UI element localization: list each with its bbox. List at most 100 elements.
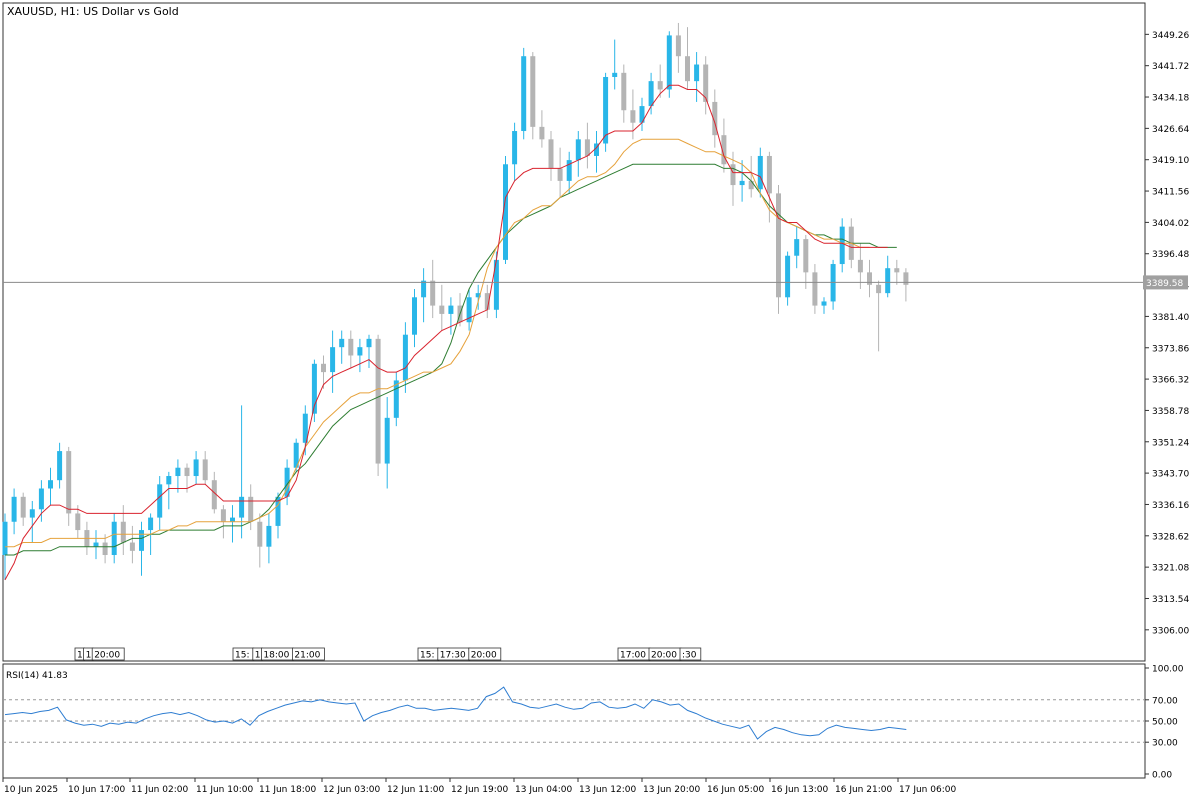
candle-body	[20, 496, 26, 518]
candle-body	[375, 338, 381, 464]
candle-body	[630, 110, 636, 123]
price-tick-label: 3404.02	[1152, 219, 1189, 229]
price-tick-label: 3343.70	[1152, 470, 1189, 480]
candle-body	[2, 521, 8, 556]
candle-body	[412, 297, 417, 335]
separator-tag-label: 1	[255, 651, 261, 661]
rsi-tick-label: 50.00	[1152, 718, 1178, 728]
price-tick-label: 3366.32	[1152, 376, 1189, 386]
price-tick-label: 3419.10	[1152, 156, 1189, 166]
candle-body	[93, 542, 99, 547]
separator-tag-label: 17:30	[440, 651, 466, 661]
price-tick-label: 3449.26	[1152, 31, 1189, 41]
candle-body	[548, 139, 554, 169]
time-tick-label: 12 Jun 03:00	[323, 785, 380, 795]
time-tick-label: 16 Jun 05:00	[707, 785, 764, 795]
time-tick-label: 13 Jun 12:00	[579, 785, 636, 795]
separator-tag-label: 20:00	[94, 651, 120, 661]
separator-tag-label: :30	[682, 651, 697, 661]
time-tick-label: 16 Jun 21:00	[835, 785, 892, 795]
chart-canvas[interactable]: 3449.26 3441.72 3434.18 3426.64 3419.10 3411.…	[0, 0, 1200, 800]
candle-body	[166, 476, 172, 485]
price-tick-label: 3426.64	[1152, 125, 1189, 135]
rsi-tick-label: 0.00	[1152, 771, 1172, 781]
candle-body	[521, 56, 527, 132]
time-tick-label: 10 Jun 17:00	[68, 785, 125, 795]
candle-body	[821, 301, 827, 306]
separator-tag-label: 15:	[235, 651, 249, 661]
candle-body	[894, 268, 900, 273]
candle-body	[812, 272, 818, 306]
candle-body	[11, 496, 17, 522]
separator-tag-label: 1	[86, 651, 92, 661]
candle-body	[557, 168, 563, 181]
candle-body	[803, 239, 809, 273]
candle-body	[120, 521, 126, 543]
candle-body	[430, 280, 436, 306]
candle-body	[266, 525, 272, 547]
candle-body	[421, 280, 427, 298]
separator-tag-label: 20:00	[471, 651, 497, 661]
candle-body	[184, 467, 190, 477]
candle-body	[402, 334, 408, 381]
candle-body	[439, 305, 445, 314]
candle-body	[202, 459, 208, 481]
candle-body	[675, 35, 681, 57]
separator-tag-label: 17:00	[620, 651, 646, 661]
candle-body	[876, 284, 882, 294]
price-tick-label: 3434.18	[1152, 94, 1189, 104]
separator-tag-label: 1	[77, 651, 83, 661]
time-tick-label: 10 Jun 2025	[4, 785, 58, 795]
candle-body	[357, 347, 363, 356]
candle-body	[220, 509, 226, 522]
time-tick-label: 17 Jun 06:00	[899, 785, 956, 795]
candle-body	[785, 255, 791, 298]
candle-body	[730, 164, 736, 186]
chart-window[interactable]: 3449.26 3441.72 3434.18 3426.64 3419.10 3411.…	[0, 0, 1200, 800]
candle-body	[739, 180, 745, 186]
candle-body	[321, 363, 326, 373]
time-tick-label: 12 Jun 19:00	[451, 785, 508, 795]
candle-body	[612, 72, 618, 77]
separator-tag-label: 18:00	[263, 651, 289, 661]
candle-body	[530, 56, 536, 127]
candle-body	[903, 272, 909, 285]
candle-body	[129, 542, 135, 551]
candle-body	[867, 272, 872, 285]
candle-body	[111, 521, 117, 556]
price-tick-label: 3411.56	[1152, 188, 1189, 198]
candle-body	[257, 521, 263, 547]
main-plot-frame	[2, 2, 1146, 662]
candle-body	[57, 451, 63, 481]
time-tick-label: 12 Jun 11:00	[387, 785, 444, 795]
rsi-axis: 100.00 70.00 50.00 30.00 0.00	[1145, 665, 1184, 781]
candle-body	[857, 259, 863, 273]
candle-body	[175, 467, 181, 477]
price-tick-label: 3351.24	[1152, 438, 1189, 448]
candle-body	[539, 126, 545, 140]
candle-body	[139, 530, 144, 551]
candle-body	[75, 513, 81, 531]
candle-body	[885, 268, 891, 294]
candle-body	[839, 226, 845, 265]
rsi-tick-label: 70.00	[1152, 696, 1178, 706]
rsi-label: RSI(14) 41.83	[6, 671, 68, 681]
candle-body	[230, 517, 235, 522]
candle-body	[148, 517, 154, 531]
candle-body	[512, 131, 518, 165]
time-tick-label: 16 Jun 13:00	[771, 785, 828, 795]
price-tick-label: 3321.08	[1152, 564, 1189, 574]
chart-title: XAUUSD, H1: US Dollar vs Gold	[7, 5, 179, 18]
candle-body	[339, 338, 345, 348]
candle-body	[384, 417, 390, 464]
separator-tag-label: 15:	[420, 651, 434, 661]
price-tick-label: 3396.48	[1152, 250, 1189, 260]
time-axis: 10 Jun 2025 10 Jun 17:00 11 Jun 02:00 11 Ju…	[2, 778, 956, 795]
price-tick-label: 3313.54	[1152, 595, 1189, 605]
candle-body	[584, 139, 590, 156]
candle-body	[448, 305, 454, 314]
time-tick-label: 13 Jun 04:00	[515, 785, 572, 795]
candle-body	[603, 76, 609, 144]
price-tick-label: 3381.40	[1152, 313, 1189, 323]
separator-tag-label: 20:00	[651, 651, 677, 661]
